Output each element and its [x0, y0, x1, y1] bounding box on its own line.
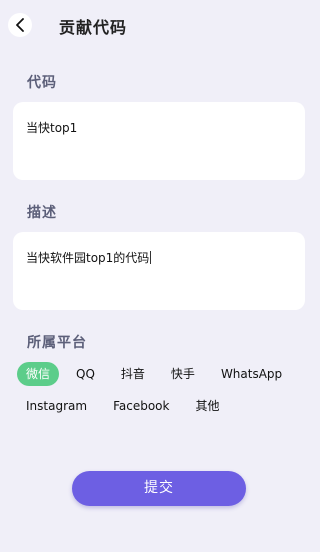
platform-chip-wechat[interactable]: 微信	[17, 362, 60, 386]
platform-chip-douyin[interactable]: 抖音	[112, 362, 154, 386]
description-field-value: 当快软件园top1的代码	[26, 251, 150, 265]
submit-button[interactable]: 提交	[72, 471, 246, 506]
platform-chip-qq[interactable]: QQ	[67, 362, 104, 386]
code-field-value: 当快top1	[26, 121, 78, 135]
platform-chip-kuaishou[interactable]: 快手	[162, 362, 204, 386]
code-field[interactable]: 当快top1	[13, 102, 305, 180]
platform-chip-instagram[interactable]: Instagram	[17, 394, 96, 418]
platform-row-2: Instagram Facebook 其他	[17, 394, 307, 418]
description-label: 描述	[27, 205, 57, 221]
platform-row-1: 微信 QQ 抖音 快手 WhatsApp	[17, 362, 307, 386]
platform-options: 微信 QQ 抖音 快手 WhatsApp Instagram Facebook …	[17, 362, 307, 426]
description-field[interactable]: 当快软件园top1的代码	[13, 232, 305, 310]
platform-label: 所属平台	[27, 335, 87, 351]
chevron-left-icon	[16, 18, 24, 32]
platform-chip-whatsapp[interactable]: WhatsApp	[212, 362, 291, 386]
platform-chip-other[interactable]: 其他	[186, 394, 228, 418]
platform-chip-facebook[interactable]: Facebook	[104, 394, 178, 418]
header-bar: 贡献代码	[0, 0, 320, 50]
code-label: 代码	[27, 75, 57, 91]
page-title: 贡献代码	[59, 18, 128, 37]
text-cursor	[150, 251, 152, 264]
back-button[interactable]	[8, 13, 32, 37]
